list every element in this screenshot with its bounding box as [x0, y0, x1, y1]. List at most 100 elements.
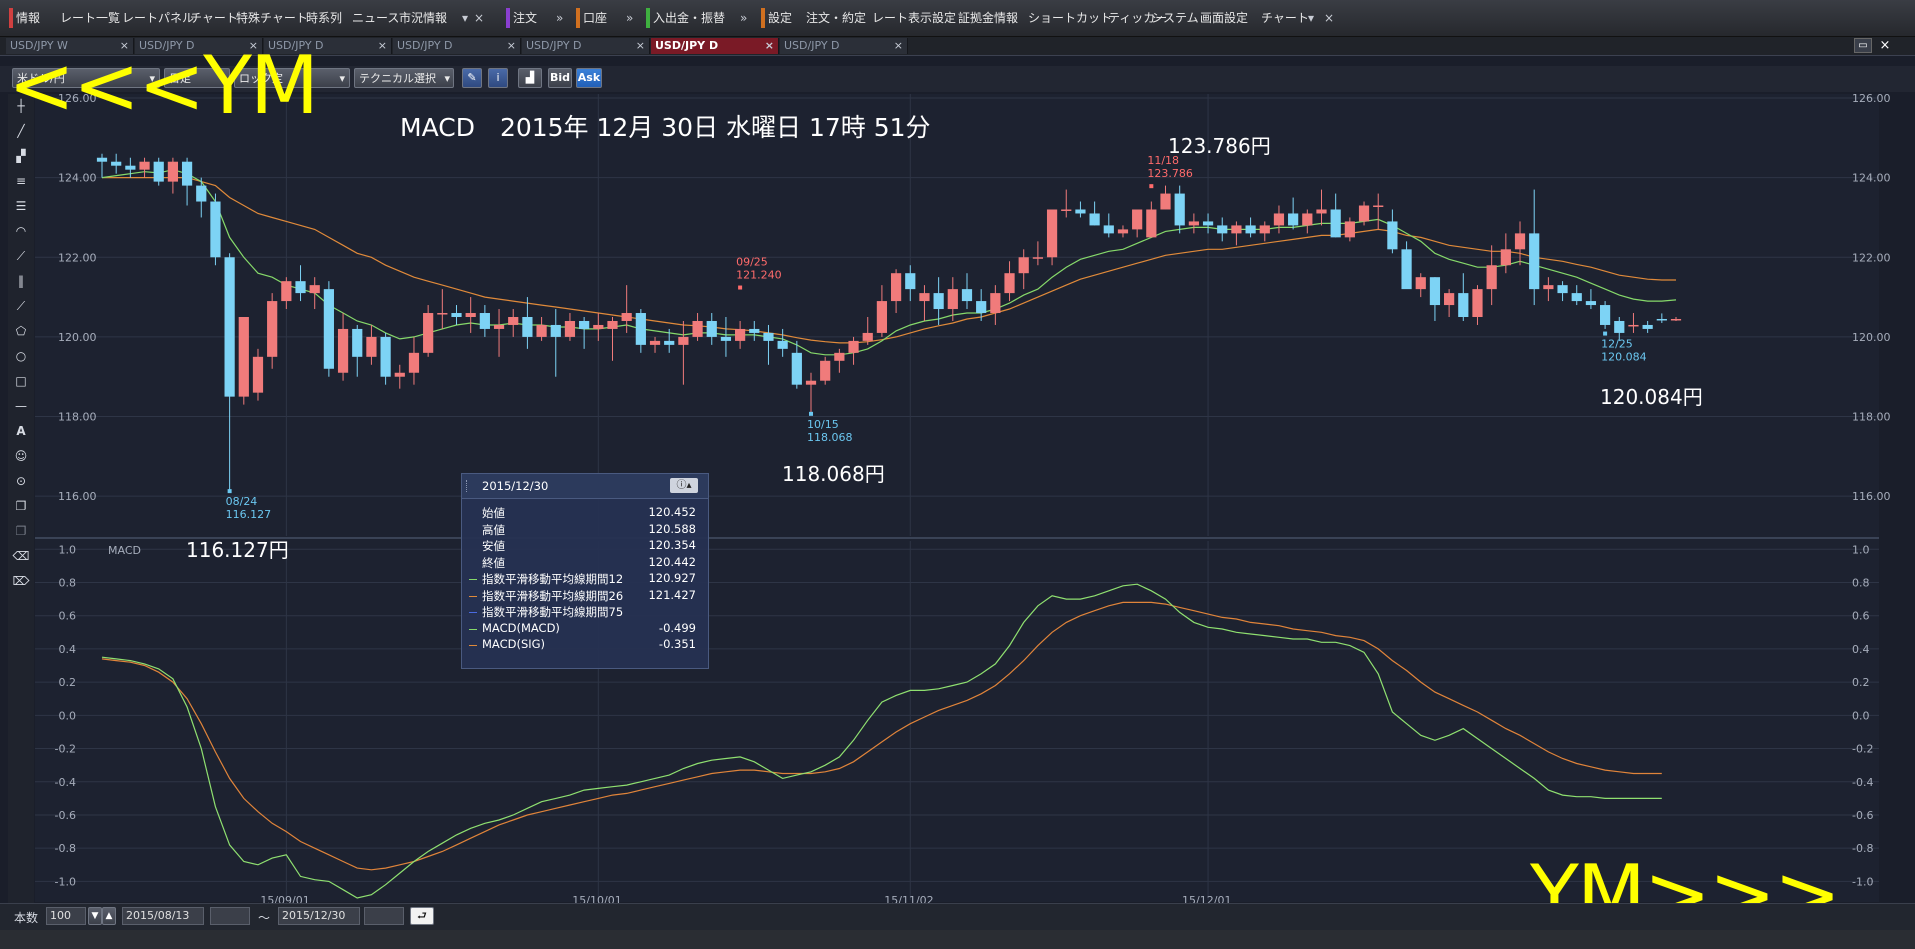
- candle-body: [791, 352, 802, 385]
- candle-body: [323, 289, 334, 369]
- bar-count-field[interactable]: 100: [46, 907, 86, 925]
- candle-body: [905, 273, 916, 290]
- candle-body: [579, 320, 590, 329]
- candle-body: [1288, 213, 1299, 226]
- macd-tick-label-left: -0.4: [55, 776, 76, 789]
- candle-body: [1188, 221, 1199, 226]
- info-label: 始値: [482, 506, 505, 520]
- candle-body: [366, 336, 377, 357]
- info-label: 高値: [482, 522, 505, 537]
- macd-tick-label-left: 1.0: [59, 543, 77, 556]
- range-tilde: ～: [258, 911, 271, 925]
- series-color-marker: [469, 595, 477, 597]
- candle-body: [1089, 213, 1100, 226]
- candle-body: [1132, 209, 1143, 230]
- info-value: 120.442: [648, 554, 696, 569]
- overlay-title: MACD 2015年 12月 30日 水曜日 17時 51分: [400, 113, 931, 142]
- to-time-field[interactable]: [364, 907, 404, 925]
- info-label: 終値: [482, 555, 505, 570]
- candle-body: [1458, 293, 1469, 317]
- price-tick-label-left: 120.00: [58, 331, 97, 344]
- drag-handle-icon[interactable]: [466, 480, 470, 492]
- candle-body: [1344, 221, 1355, 238]
- ohlc-info-panel[interactable]: 2015/12/30 ⓘ▴ 始値 120.452 高値 120.588 安値 120.35…: [461, 473, 709, 669]
- candle-body: [720, 336, 732, 341]
- candle-body: [649, 340, 661, 345]
- candle-body: [692, 320, 703, 337]
- return-icon[interactable]: ⮐: [410, 907, 434, 925]
- candle-body: [493, 324, 505, 329]
- info-label: 指数平滑移動平均線期間26: [482, 588, 624, 603]
- info-value: 120.354: [648, 538, 696, 552]
- macd-tick-label-left: -0.2: [55, 743, 76, 756]
- info-value: -0.351: [658, 637, 696, 651]
- decrease-count-button[interactable]: ▼: [88, 907, 102, 925]
- candle-body: [1500, 249, 1511, 266]
- macd-tick-label-left: 0.4: [59, 643, 77, 656]
- candle-body: [1018, 257, 1029, 274]
- candle-body: [437, 313, 448, 315]
- candle-body: [1245, 225, 1256, 234]
- candle-body: [1330, 209, 1341, 238]
- price-tick-label-right: 118.00: [1852, 411, 1891, 424]
- from-date-field[interactable]: 2015/08/13: [122, 907, 204, 925]
- candle-body: [947, 289, 958, 310]
- candle-body: [508, 317, 519, 325]
- candle-body: [735, 328, 746, 341]
- candle-body: [664, 340, 675, 345]
- macd-pane-label: MACD: [108, 544, 141, 557]
- candle-body: [1415, 277, 1426, 290]
- annotation-date: 12/25: [1601, 338, 1633, 351]
- statusbar: 本数 100 ▼ ▲ 2015/08/13 ～ 2015/12/30 ⮐: [0, 903, 1915, 930]
- x-tick-label: 15/10/01: [572, 894, 621, 903]
- info-label: MACD(SIG): [482, 637, 546, 651]
- candle-body: [550, 324, 561, 337]
- chart-area[interactable]: 126.00 126.00124.00 124.00122.00 122.00120.…: [0, 0, 1915, 903]
- candle-body: [281, 281, 292, 302]
- info-label: 安値: [482, 539, 505, 553]
- candle-body: [238, 317, 249, 397]
- info-toggle-icon[interactable]: ⓘ▴: [670, 478, 698, 493]
- to-date-field[interactable]: 2015/12/30: [278, 907, 360, 925]
- annotation-value: 120.084: [1601, 351, 1647, 364]
- candle-body: [1061, 209, 1072, 211]
- candle-body: [1656, 318, 1667, 321]
- info-value: 121.427: [648, 587, 696, 602]
- candle-body: [522, 317, 533, 337]
- chart-background: [35, 94, 1879, 902]
- annotation-value: 121.240: [736, 269, 782, 282]
- annotation-date: 08/24: [226, 495, 258, 508]
- macd-tick-label-right: 0.0: [1852, 709, 1870, 722]
- annotation-marker: [738, 285, 743, 290]
- candle-body: [678, 336, 689, 345]
- annotation-value: 116.127: [226, 508, 272, 521]
- from-time-field[interactable]: [210, 907, 250, 925]
- annotation-marker: [1149, 184, 1154, 189]
- macd-tick-label-right: -0.6: [1852, 809, 1873, 822]
- macd-tick-label-left: -0.6: [55, 809, 76, 822]
- increase-count-button[interactable]: ▲: [102, 907, 116, 925]
- info-label: 指数平滑移動平均線期間75: [482, 605, 624, 619]
- candle-body: [1358, 205, 1370, 222]
- candle-body: [1032, 257, 1043, 259]
- candle-body: [1571, 293, 1582, 302]
- annotation-date: 09/25: [736, 256, 768, 269]
- candle-body: [423, 313, 434, 353]
- candle-body: [749, 328, 760, 333]
- candle-body: [1146, 209, 1157, 238]
- bar-count-label: 本数: [14, 911, 39, 925]
- macd-tick-label-right: 1.0: [1852, 543, 1870, 556]
- candle-body: [1202, 221, 1214, 226]
- candle-body: [834, 352, 845, 361]
- candle-body: [394, 372, 405, 377]
- candle-body: [976, 301, 987, 314]
- candle-body: [820, 360, 831, 381]
- price-tick-label-right: 116.00: [1852, 490, 1891, 503]
- info-label: MACD(MACD): [482, 620, 560, 635]
- candle-body: [1046, 209, 1058, 258]
- from-date-value: 2015/08/13: [126, 909, 190, 922]
- price-tick-label-left: 116.00: [58, 490, 97, 503]
- candle-body: [933, 293, 944, 310]
- series-color-marker: [469, 645, 477, 646]
- macd-tick-label-left: 0.8: [59, 577, 77, 590]
